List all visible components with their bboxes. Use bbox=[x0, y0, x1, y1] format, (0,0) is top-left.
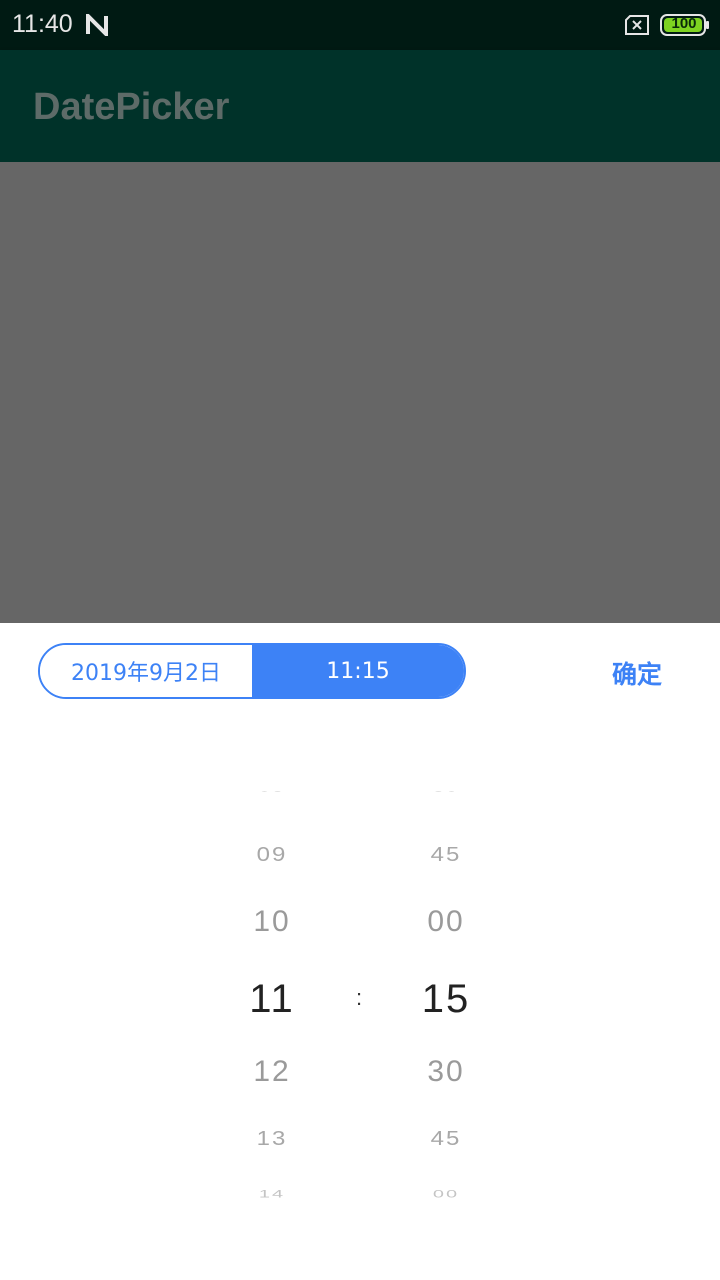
minute-option[interactable]: 30 bbox=[386, 791, 506, 795]
status-time: 11:40 bbox=[12, 10, 73, 38]
time-tab[interactable]: 11:15 bbox=[252, 645, 464, 697]
minute-option[interactable]: 00 bbox=[386, 905, 506, 939]
minute-option[interactable]: 45 bbox=[386, 843, 506, 867]
app-title: DatePicker bbox=[33, 86, 230, 128]
confirm-button[interactable]: 确定 bbox=[612, 655, 662, 691]
minute-selected[interactable]: 15 bbox=[386, 977, 506, 1022]
hour-wheel[interactable]: 08 09 10 11 12 13 14 bbox=[212, 791, 332, 1203]
hour-option[interactable]: 08 bbox=[212, 791, 332, 795]
time-separator: : bbox=[356, 985, 363, 1010]
hour-option[interactable]: 14 bbox=[212, 1188, 332, 1201]
notification-n-icon bbox=[86, 14, 108, 36]
battery-level: 100 bbox=[671, 15, 697, 32]
hour-option[interactable]: 10 bbox=[212, 905, 332, 939]
date-tab[interactable]: 2019年9月2日 bbox=[40, 645, 252, 697]
no-sim-icon bbox=[625, 15, 649, 35]
date-time-toggle: 2019年9月2日 11:15 bbox=[38, 643, 466, 699]
hour-option[interactable]: 12 bbox=[212, 1055, 332, 1089]
app-bar: DatePicker bbox=[0, 50, 720, 162]
minute-wheel[interactable]: 30 45 00 15 30 45 00 bbox=[386, 791, 506, 1203]
time-picker-sheet: 2019年9月2日 11:15 确定 08 09 10 11 12 13 14 : 30 45… bbox=[0, 623, 720, 1280]
dim-overlay[interactable] bbox=[0, 162, 720, 623]
minute-option[interactable]: 45 bbox=[386, 1127, 506, 1151]
minute-option[interactable]: 30 bbox=[386, 1055, 506, 1089]
status-bar: 11:40 100 bbox=[0, 0, 720, 50]
hour-option[interactable]: 09 bbox=[212, 843, 332, 867]
minute-option[interactable]: 00 bbox=[386, 1188, 506, 1201]
hour-selected[interactable]: 11 bbox=[212, 977, 332, 1022]
hour-option[interactable]: 13 bbox=[212, 1127, 332, 1151]
